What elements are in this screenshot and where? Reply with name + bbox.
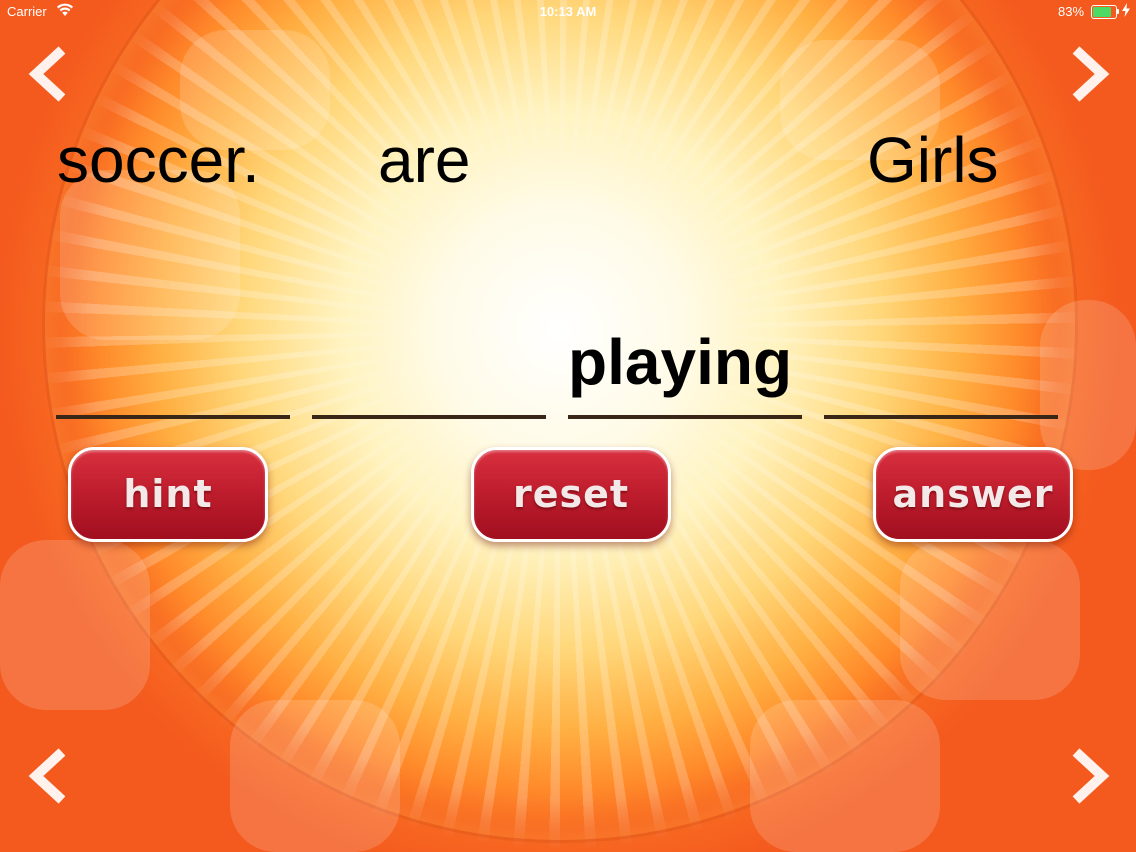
battery-tip — [1117, 9, 1119, 14]
background-shape — [230, 700, 400, 852]
answer-slot-2[interactable] — [312, 415, 546, 419]
placed-word-tile[interactable]: playing — [568, 330, 792, 394]
word-tile[interactable]: are — [378, 128, 471, 192]
background-shape — [0, 540, 150, 710]
bolt-icon — [1122, 3, 1130, 17]
chevron-right-icon[interactable] — [1060, 748, 1116, 804]
chevron-left-icon[interactable] — [22, 748, 78, 804]
chevron-right-icon[interactable] — [1060, 46, 1116, 102]
background-shape — [900, 540, 1080, 700]
word-tile[interactable]: soccer. — [57, 128, 260, 192]
answer-slot-1[interactable] — [56, 415, 290, 419]
status-bar: Carrier 10:13 AM 83% — [0, 0, 1136, 24]
hint-button[interactable]: hint — [68, 447, 268, 542]
battery-percent: 83% — [1058, 4, 1085, 19]
word-tile[interactable]: Girls — [867, 128, 999, 192]
chevron-left-icon[interactable] — [22, 46, 78, 102]
reset-button[interactable]: reset — [471, 447, 671, 542]
background-shape — [1040, 300, 1136, 470]
background-shape — [750, 700, 940, 852]
clock: 10:13 AM — [539, 4, 597, 19]
answer-slot-4[interactable] — [824, 415, 1058, 419]
answer-slot-3[interactable] — [568, 415, 802, 419]
battery-icon — [1091, 5, 1117, 19]
answer-button[interactable]: answer — [873, 447, 1073, 542]
